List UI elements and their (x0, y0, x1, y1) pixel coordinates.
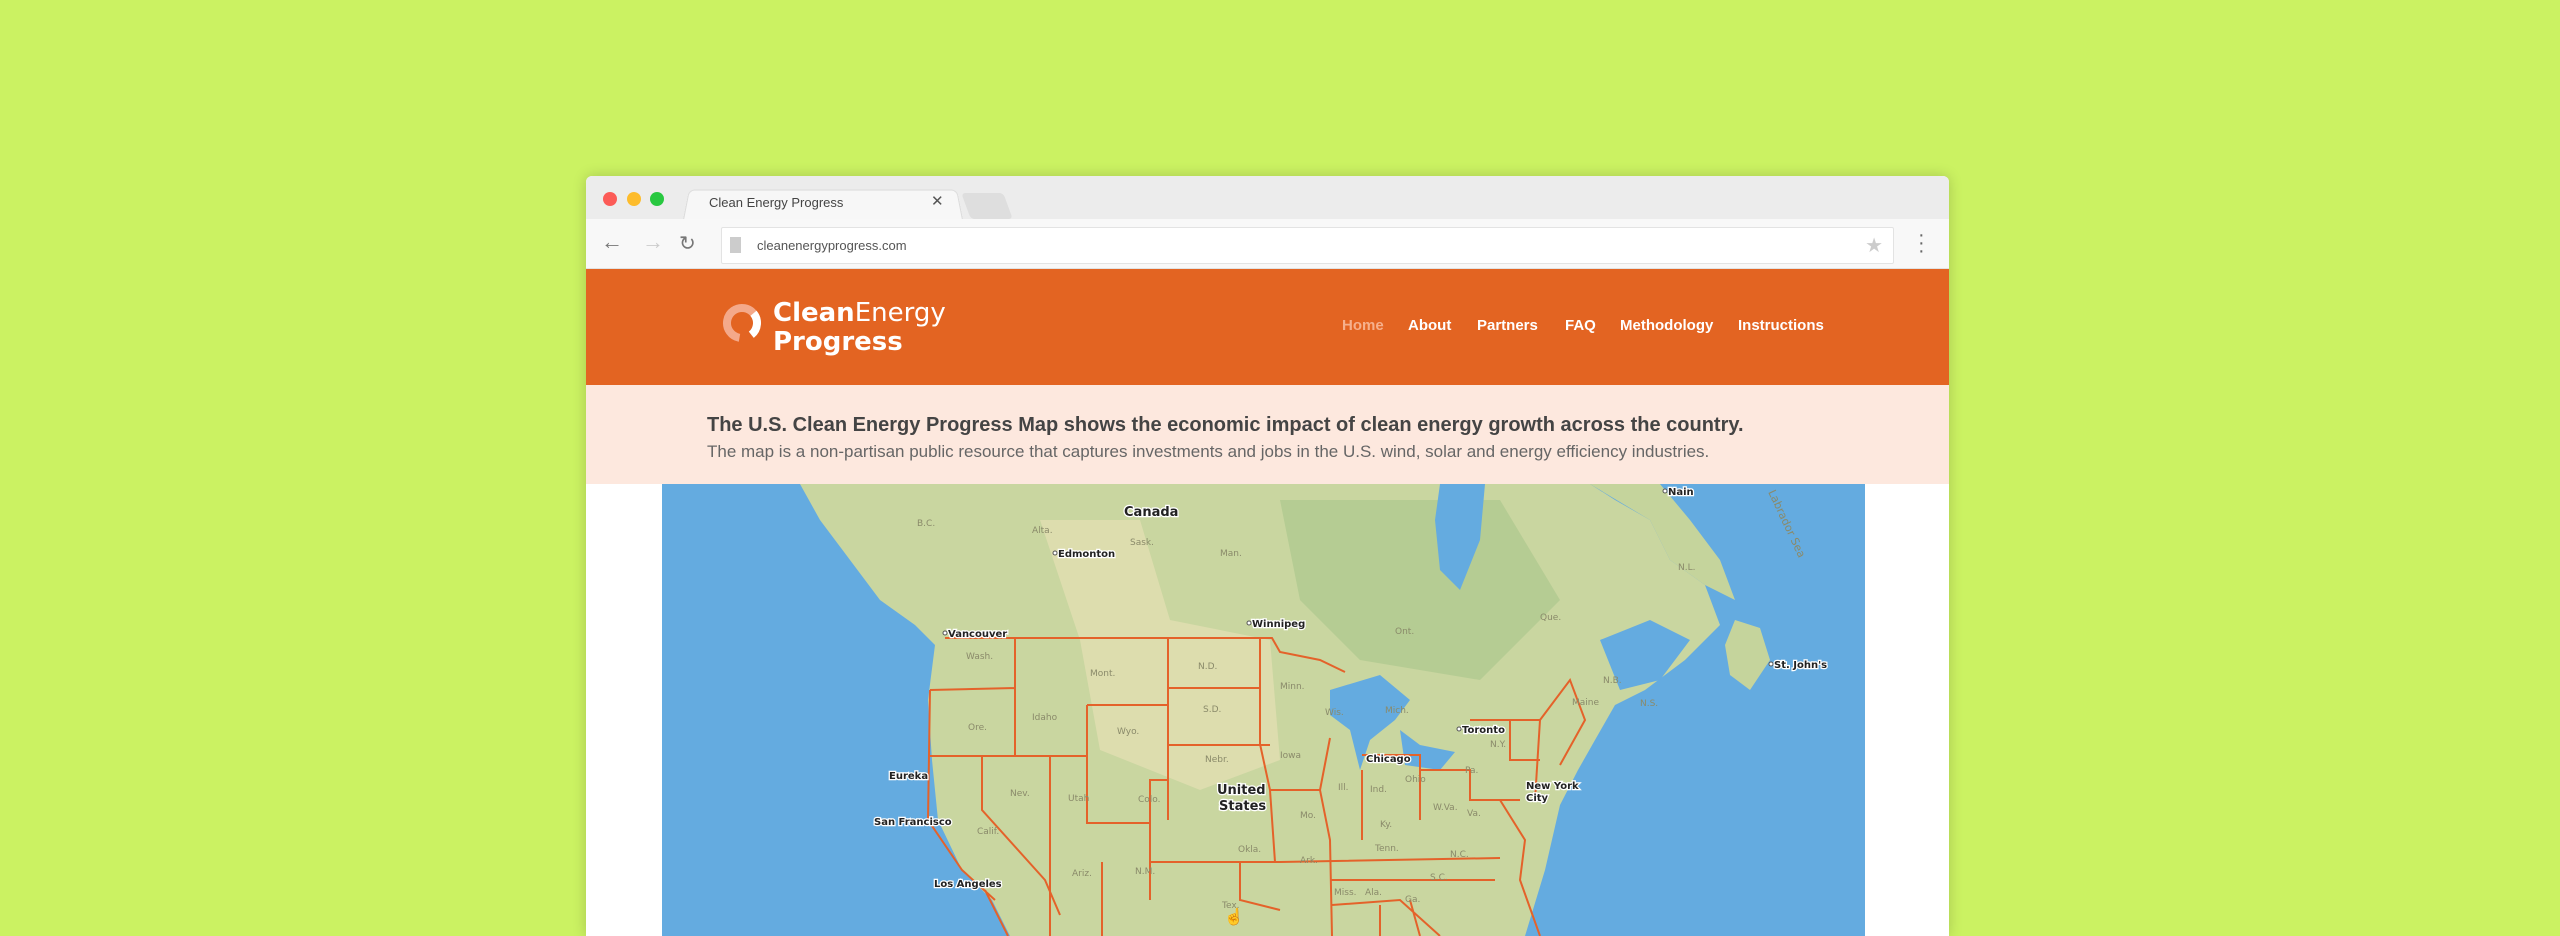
svg-text:Ga.: Ga. (1405, 895, 1420, 905)
svg-text:Minn.: Minn. (1280, 682, 1305, 692)
back-arrow-icon[interactable]: ← (601, 229, 623, 255)
svg-text:Iowa: Iowa (1280, 751, 1301, 761)
svg-text:N.D.: N.D. (1198, 662, 1217, 672)
svg-text:Mo.: Mo. (1300, 811, 1316, 821)
clean-energy-map[interactable]: B.C. Alta. Sask. Man. Ont. Que. N.L. N.B… (662, 484, 1865, 936)
svg-text:S.D.: S.D. (1203, 705, 1221, 715)
browser-window: Clean Energy Progress ✕ ← → ↻ cleanenerg… (586, 176, 1949, 936)
svg-text:Idaho: Idaho (1032, 713, 1058, 723)
logo-text: CleanEnergy Progress (773, 298, 946, 357)
country-label-us: United (1217, 783, 1266, 798)
browser-menu-icon[interactable]: · · · (1918, 225, 1925, 261)
svg-text:N.M.: N.M. (1135, 867, 1155, 877)
svg-text:Calif.: Calif. (977, 827, 999, 837)
svg-text:Utah: Utah (1068, 794, 1089, 804)
svg-text:Nebr.: Nebr. (1205, 755, 1229, 765)
svg-text:Wis.: Wis. (1325, 708, 1344, 718)
svg-text:Sask.: Sask. (1130, 538, 1154, 548)
bookmark-star-icon[interactable]: ★ (1865, 233, 1883, 258)
svg-text:Ariz.: Ariz. (1072, 869, 1092, 879)
svg-text:Va.: Va. (1467, 809, 1481, 819)
maximize-window-button[interactable] (650, 192, 664, 206)
svg-text:Alta.: Alta. (1032, 526, 1053, 536)
country-label-canada: Canada (1124, 505, 1178, 520)
svg-text:Miss.: Miss. (1334, 888, 1357, 898)
city-los-angeles: Los Angeles (934, 879, 1002, 890)
svg-text:Ill.: Ill. (1338, 783, 1349, 793)
map-canvas[interactable]: B.C. Alta. Sask. Man. Ont. Que. N.L. N.B… (662, 484, 1865, 936)
intro-headline: The U.S. Clean Energy Progress Map shows… (707, 414, 1744, 436)
city-winnipeg: Winnipeg (1252, 619, 1305, 630)
city-new-york: New York (1526, 781, 1579, 792)
city-toronto: Toronto (1462, 725, 1505, 736)
land-newfoundland (1725, 620, 1770, 690)
svg-text:Man.: Man. (1220, 549, 1242, 559)
intro-description: The map is a non-partisan public resourc… (707, 442, 1710, 461)
svg-text:B.C.: B.C. (917, 519, 935, 529)
svg-text:N.S.: N.S. (1640, 699, 1658, 709)
svg-text:Ky.: Ky. (1380, 820, 1392, 830)
svg-text:Ont.: Ont. (1395, 627, 1414, 637)
city-san-francisco: San Francisco (874, 817, 952, 828)
svg-text:N.L.: N.L. (1678, 563, 1695, 573)
new-tab-button[interactable] (961, 193, 1013, 219)
page-icon (730, 237, 741, 253)
city-vancouver: Vancouver (948, 629, 1007, 640)
svg-text:Wyo.: Wyo. (1117, 727, 1139, 737)
svg-text:Nev.: Nev. (1010, 789, 1030, 799)
reload-icon[interactable]: ↻ (679, 231, 696, 256)
svg-text:Colo.: Colo. (1138, 795, 1161, 805)
close-window-button[interactable] (603, 192, 617, 206)
city-chicago: Chicago (1366, 754, 1411, 765)
svg-text:Pa.: Pa. (1465, 766, 1478, 776)
svg-text:N.B.: N.B. (1603, 676, 1622, 686)
svg-text:Tenn.: Tenn. (1374, 844, 1399, 854)
svg-text:Mont.: Mont. (1090, 669, 1115, 679)
svg-text:N.Y.: N.Y. (1490, 740, 1506, 750)
nav-instructions[interactable]: Instructions (1738, 317, 1824, 334)
address-bar[interactable]: cleanenergyprogress.com ★ (721, 227, 1894, 264)
svg-text:Wash.: Wash. (966, 652, 993, 662)
nav-home[interactable]: Home (1342, 317, 1384, 334)
city-st-johns: St. John's (1774, 660, 1827, 671)
svg-text:Ore.: Ore. (968, 723, 987, 733)
browser-toolbar: ← → ↻ cleanenergyprogress.com ★ · · · (586, 219, 1949, 269)
minimize-window-button[interactable] (627, 192, 641, 206)
tab-bar: Clean Energy Progress ✕ (586, 176, 1949, 220)
nav-methodology[interactable]: Methodology (1620, 317, 1713, 334)
svg-text:W.Va.: W.Va. (1433, 803, 1458, 813)
tab-title: Clean Energy Progress (709, 195, 844, 210)
city-eureka: Eureka (889, 771, 928, 782)
hand-cursor-icon: ☝ (1224, 907, 1244, 926)
intro-banner: The U.S. Clean Energy Progress Map shows… (586, 385, 1949, 484)
city-new-york-2: City (1526, 793, 1549, 804)
svg-text:Ala.: Ala. (1365, 888, 1382, 898)
site-header: CleanEnergy Progress Home About Partners … (586, 269, 1949, 385)
svg-text:Ark.: Ark. (1300, 856, 1318, 866)
city-nain: Nain (1668, 487, 1694, 498)
svg-text:Okla.: Okla. (1238, 845, 1261, 855)
country-label-us-2: States (1219, 799, 1266, 814)
svg-text:Ohio: Ohio (1405, 775, 1426, 785)
svg-text:S.C.: S.C. (1430, 873, 1448, 883)
city-edmonton: Edmonton (1058, 549, 1115, 560)
nav-partners[interactable]: Partners (1477, 317, 1538, 334)
url-text[interactable]: cleanenergyprogress.com (757, 238, 907, 253)
svg-text:N.C.: N.C. (1450, 850, 1469, 860)
svg-text:Maine: Maine (1572, 698, 1599, 708)
logo-ring-icon (723, 304, 761, 342)
nav-faq[interactable]: FAQ (1565, 317, 1596, 334)
tab-close-icon[interactable]: ✕ (931, 192, 944, 210)
svg-text:Que.: Que. (1540, 613, 1561, 623)
sea-label: Labrador Sea (1765, 488, 1808, 560)
svg-text:Ind.: Ind. (1370, 785, 1387, 795)
svg-text:Mich.: Mich. (1385, 706, 1409, 716)
forward-arrow-icon[interactable]: → (642, 229, 664, 255)
nav-about[interactable]: About (1408, 317, 1451, 334)
